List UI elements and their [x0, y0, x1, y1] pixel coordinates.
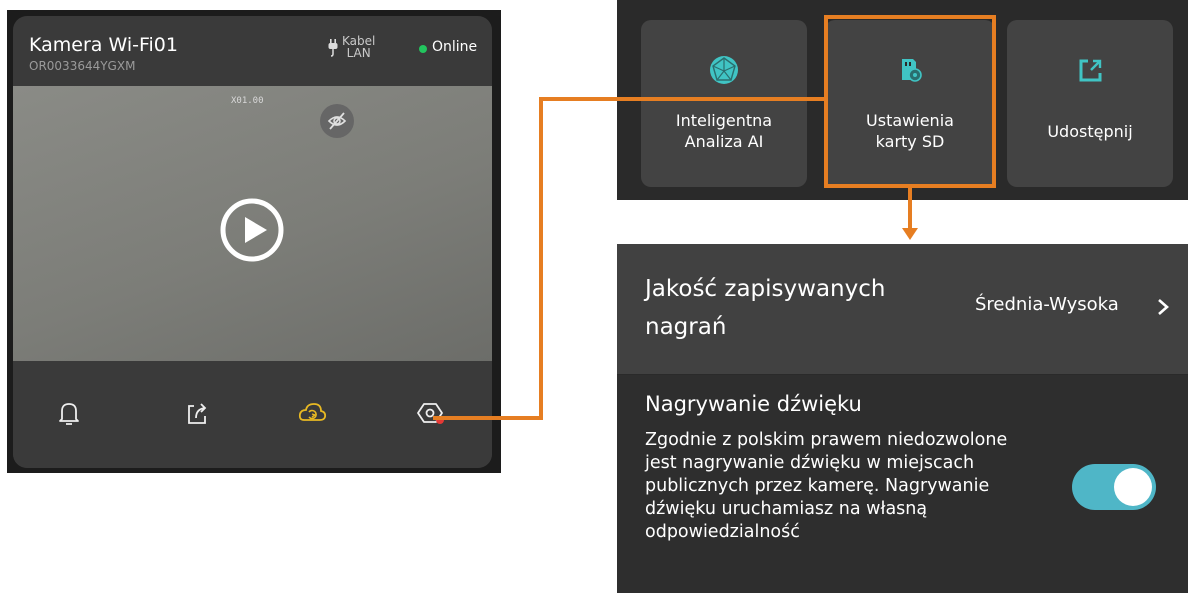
video-preview[interactable]: X01.00	[13, 86, 492, 361]
audio-recording-toggle[interactable]	[1072, 464, 1156, 510]
tile-label-line: Inteligentna	[675, 111, 773, 130]
online-indicator	[419, 45, 427, 53]
sd-settings-panel: Jakość zapisywanych nagrań Średnia-Wysok…	[617, 244, 1188, 593]
settings-icon[interactable]	[414, 397, 446, 429]
connector-line	[433, 416, 543, 420]
tile-ai-analysis[interactable]: Inteligentna Analiza AI	[641, 20, 807, 187]
status-text: Online	[432, 39, 478, 55]
play-button[interactable]	[219, 197, 285, 263]
recording-quality-value: Średnia-Wysoka	[975, 294, 1119, 315]
connection-type: Kabel LAN	[342, 35, 375, 59]
zoom-level: X01.00	[231, 96, 264, 106]
camera-card: Kamera Wi-Fi01 OR0033644YGXM Kabel LAN O…	[13, 16, 492, 468]
highlight-box	[824, 15, 996, 188]
audio-recording-description: Zgodnie z polskim prawem niedozwolone je…	[645, 430, 1008, 542]
audio-recording-row: Nagrywanie dźwięku Zgodnie z polskim pra…	[617, 375, 1188, 593]
recording-quality-label: Jakość zapisywanych nagrań	[645, 276, 886, 340]
audio-recording-title: Nagrywanie dźwięku	[645, 392, 862, 416]
privacy-toggle-button[interactable]	[320, 104, 354, 138]
ai-analysis-icon	[710, 56, 738, 84]
connection-line2: LAN	[346, 46, 371, 60]
connector-line	[539, 97, 543, 420]
eye-off-icon	[327, 112, 347, 130]
camera-toolbar	[13, 361, 492, 468]
cloud-replay-icon[interactable]	[296, 397, 328, 429]
tile-label-line: Analiza AI	[684, 132, 764, 151]
tile-share-label: Udostępnij	[1047, 122, 1133, 141]
connector-line	[908, 188, 912, 230]
plug-icon	[328, 39, 338, 57]
share-icon[interactable]	[181, 397, 213, 429]
toggle-knob	[1114, 468, 1152, 506]
bell-icon[interactable]	[53, 397, 85, 429]
share-icon	[1079, 59, 1102, 82]
tile-share[interactable]: Udostępnij	[1007, 20, 1173, 187]
camera-title: Kamera Wi-Fi01	[29, 34, 178, 56]
tile-ai-analysis-label: Inteligentna Analiza AI	[641, 110, 807, 152]
camera-serial: OR0033644YGXM	[29, 59, 136, 73]
recording-quality-row[interactable]: Jakość zapisywanych nagrań Średnia-Wysok…	[617, 244, 1188, 374]
chevron-right-icon	[1158, 299, 1169, 315]
arrow-down-icon	[902, 228, 918, 240]
connector-line	[539, 97, 826, 101]
